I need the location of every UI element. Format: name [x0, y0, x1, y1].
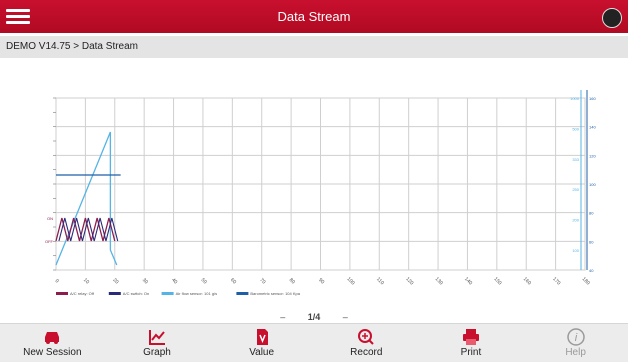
legend-label: A/C switch: On — [123, 291, 149, 296]
legend-swatch — [161, 292, 174, 295]
legend-swatch — [236, 292, 249, 295]
series-air-flow — [55, 131, 118, 266]
bottom-toolbar: New Session Graph Value Record Print i H… — [0, 323, 628, 362]
info-icon: i — [566, 328, 585, 346]
right-tick-label-inner: 1000 — [570, 96, 580, 101]
car-icon — [45, 332, 60, 344]
right-tick-label-outer: 60 — [589, 239, 594, 244]
help-label: Help — [565, 347, 586, 358]
x-tick-label: 30 — [141, 277, 149, 285]
x-tick-label: 40 — [170, 277, 178, 285]
right-tick-label-outer: 140 — [589, 125, 596, 130]
x-tick-label: 60 — [229, 277, 237, 285]
x-tick-label: 160 — [522, 276, 532, 286]
legend-swatch — [56, 292, 68, 295]
x-tick-label: 70 — [258, 277, 266, 285]
x-tick-label: 80 — [288, 277, 296, 285]
x-tick-label: 0 — [54, 278, 60, 284]
legend-label: Barometric sensor: 104 Kpa — [250, 291, 300, 296]
print-label: Print — [460, 347, 482, 358]
right-tick-label-outer: 120 — [589, 153, 596, 158]
page-title: Data Stream — [277, 9, 351, 24]
legend-swatch — [108, 292, 121, 295]
right-tick-label-inner: 500 — [572, 126, 579, 131]
x-tick-label: 130 — [434, 276, 444, 286]
left-label-off: OFF — [45, 239, 54, 244]
top-bar: Data Stream — [0, 0, 628, 33]
prev-page-button[interactable]: – — [280, 312, 285, 322]
value-label: Value — [249, 347, 275, 358]
right-tick-label-outer: 160 — [589, 96, 596, 101]
chart-svg: 0 10 20 30 40 50 60 70 80 90 100 110 120 130 140 150 160… — [45, 90, 596, 296]
legend-label: A/C relay: Off — [70, 291, 95, 296]
graph-label: Graph — [143, 347, 171, 358]
x-tick-label: 150 — [492, 276, 502, 286]
x-tick-label: 10 — [82, 277, 90, 285]
record-button[interactable]: Record — [316, 324, 416, 362]
new-session-label: New Session — [23, 347, 82, 358]
brand-logo-icon — [602, 8, 622, 28]
graph-button[interactable]: Graph — [107, 324, 207, 362]
page-indicator: 1/4 — [307, 312, 321, 322]
value-button[interactable]: Value — [212, 324, 312, 362]
breadcrumb: DEMO V14.75 > Data Stream — [0, 36, 628, 58]
value-icon — [256, 329, 268, 345]
new-session-button[interactable]: New Session — [2, 324, 102, 362]
x-tick-label: 20 — [111, 277, 119, 285]
svg-text:i: i — [574, 332, 577, 344]
right-tick-label-inner: 100 — [572, 248, 579, 253]
right-tick-label-outer: 100 — [589, 182, 596, 187]
record-label: Record — [350, 347, 383, 358]
right-tick-label-outer: 40 — [589, 268, 594, 273]
x-tick-label: 110 — [375, 276, 385, 286]
legend-label: Air flow sensor: 101 g/s — [176, 291, 218, 296]
x-tick-label: 180 — [581, 276, 591, 286]
right-tick-label-inner: 333 — [572, 157, 579, 162]
x-tick-label: 120 — [404, 276, 414, 286]
print-button[interactable]: Print — [421, 324, 521, 362]
x-tick-label: 170 — [551, 276, 561, 286]
x-tick-label: 90 — [317, 277, 325, 285]
record-icon — [358, 329, 375, 345]
next-page-button[interactable]: – — [343, 312, 348, 322]
x-tick-label: 140 — [463, 276, 473, 286]
x-tick-label: 100 — [346, 276, 356, 286]
pager: – 1/4 – — [0, 312, 628, 322]
right-tick-label-inner: 200 — [572, 218, 579, 223]
left-label-on: ON — [47, 216, 53, 221]
help-button[interactable]: i Help — [526, 324, 626, 362]
x-tick-label: 50 — [200, 277, 208, 285]
graph-icon — [148, 330, 165, 345]
right-tick-label-outer: 80 — [589, 211, 594, 216]
data-stream-chart: 0 10 20 30 40 50 60 70 80 90 100 110 120 130 140 150 160… — [0, 60, 628, 300]
print-icon — [462, 329, 479, 345]
right-tick-label-inner: 250 — [572, 187, 579, 192]
